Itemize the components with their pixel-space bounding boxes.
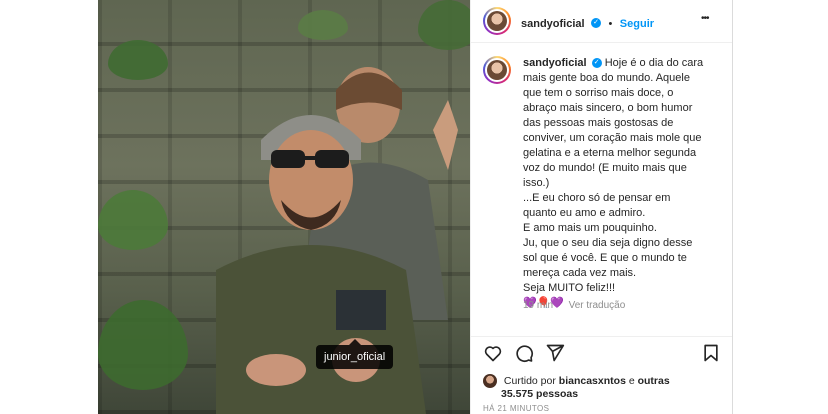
likes-summary: Curtido por biancasxntos e outras 35.575…	[483, 374, 670, 400]
post-photo[interactable]: junior_oficial	[98, 0, 470, 414]
save-bookmark-icon[interactable]	[701, 343, 721, 363]
post-side-panel: sandyoficial ✓ • Seguir ••• sandyoficial…	[470, 0, 733, 414]
caption-meta: 19 min Ver tradução	[523, 300, 625, 311]
caption-line: voz do mundo! (E muito mais que	[523, 162, 687, 174]
caption-line: das pessoas mais gostosas de	[523, 117, 674, 129]
user-tag[interactable]: junior_oficial	[316, 339, 394, 369]
header-username[interactable]: sandyoficial	[521, 18, 585, 30]
caption-line: isso.)	[523, 177, 550, 189]
post-header: sandyoficial ✓ • Seguir •••	[471, 0, 732, 43]
share-icon[interactable]	[545, 343, 565, 363]
comment-icon[interactable]	[514, 343, 534, 363]
avatar-image	[487, 11, 507, 31]
avatar[interactable]	[483, 7, 511, 35]
action-bar	[471, 336, 732, 365]
caption-line: conviver, um coração mais mole que	[523, 132, 702, 144]
heart-icon[interactable]	[483, 343, 503, 363]
caption-username[interactable]: sandyoficial	[523, 57, 587, 69]
avatar[interactable]	[483, 56, 511, 84]
caption-line: Ju, que o seu dia seja digno desse	[523, 237, 693, 249]
translate-link[interactable]: Ver tradução	[569, 300, 626, 311]
caption-line: abraço mais sincero, o bom humor	[523, 102, 693, 114]
follow-button[interactable]: Seguir	[620, 18, 654, 30]
more-options-icon[interactable]: •••	[701, 13, 709, 24]
liker-username[interactable]: biancasxntos	[559, 375, 626, 387]
caption-text: Hoje é o dia do cara	[604, 57, 704, 69]
post-caption: sandyoficial ✓ Hoje é o dia do cara mais…	[523, 56, 723, 311]
photo-foliage	[108, 40, 168, 80]
caption-line: ...E eu choro só de pensar em	[523, 192, 671, 204]
header-separator: •	[608, 18, 613, 30]
caption-line: Seja MUITO feliz!!!	[523, 282, 616, 294]
caption-line: sandyoficial ✓ Hoje é o dia do cara	[523, 56, 723, 71]
likes-prefix: Curtido por	[503, 374, 556, 387]
likes-others-link[interactable]: outras	[638, 375, 670, 387]
post-timestamp[interactable]: HÁ 21 MINUTOS	[483, 404, 549, 413]
caption-line: mais gente boa do mundo. Aquele	[523, 72, 690, 84]
caption-line: gelatina e a eterna melhor segunda	[523, 147, 697, 159]
caption-line: mereça cada vez mais.	[523, 267, 637, 279]
caption-line: quanto eu amo e admiro.	[523, 207, 646, 219]
avatar-image	[487, 60, 507, 80]
caption-line: E amo mais um pouquinho.	[523, 222, 657, 234]
header-text: sandyoficial ✓ • Seguir	[521, 14, 654, 32]
photo-foliage	[298, 10, 348, 40]
likes-count[interactable]: 35.575 pessoas	[501, 388, 578, 400]
user-tag-label: junior_oficial	[324, 351, 386, 363]
verified-badge-icon: ✓	[591, 58, 602, 69]
caption-time[interactable]: 19 min	[523, 300, 553, 311]
caption-line: que tem o sorriso mais doce, o	[523, 87, 674, 99]
verified-badge-icon: ✓	[591, 17, 602, 28]
liker-avatar[interactable]	[483, 374, 497, 388]
likes-connector: e	[628, 374, 635, 387]
caption-line: sol que é você. E que o mundo te	[523, 252, 687, 264]
